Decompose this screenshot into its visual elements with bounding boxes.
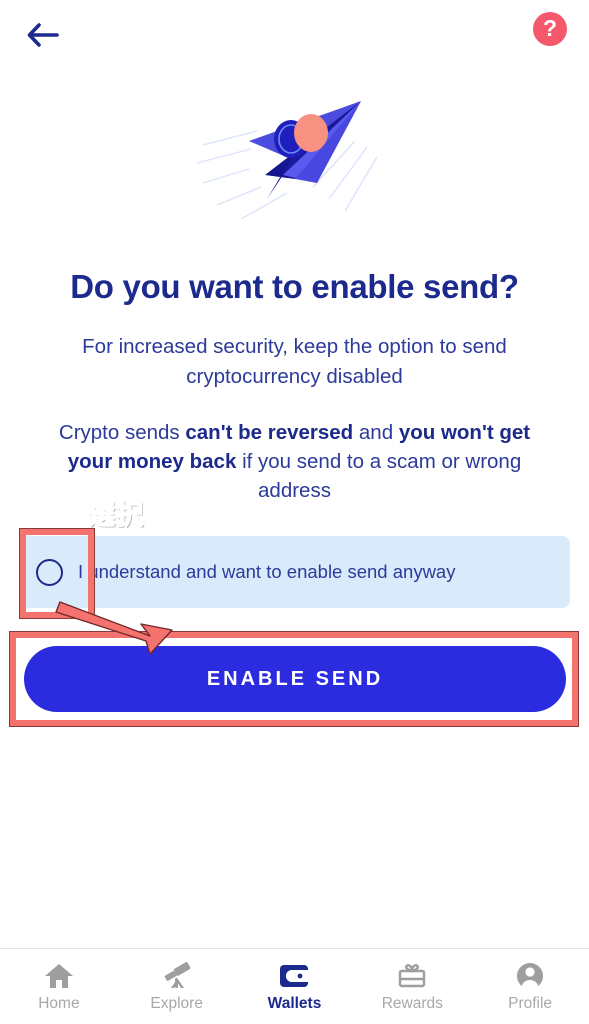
consent-checkbox-row[interactable]: I understand and want to enable send any… (20, 536, 570, 608)
warning-part-2: and (353, 421, 399, 444)
hero-illustration (0, 80, 589, 225)
person-icon (515, 961, 545, 991)
warning-part-3: if you send to a scam or wrong address (236, 450, 522, 502)
back-button[interactable] (20, 12, 66, 58)
nav-item-profile[interactable]: Profile (471, 961, 589, 1013)
page-title: Do you want to enable send? (70, 268, 519, 305)
nav-label-profile: Profile (508, 994, 553, 1012)
nav-item-wallets[interactable]: Wallets (236, 961, 354, 1013)
nav-item-rewards[interactable]: Rewards (353, 961, 471, 1013)
help-button[interactable]: ? (533, 12, 567, 46)
consent-label: I understand and want to enable send any… (78, 561, 456, 582)
nav-label-rewards: Rewards (381, 994, 443, 1012)
gift-icon (397, 961, 427, 991)
paper-plane-with-coin-icon (196, 100, 378, 220)
nav-label-explore: Explore (150, 994, 203, 1012)
telescope-icon (162, 961, 192, 991)
top-bar: ? (0, 0, 589, 70)
nav-label-home: Home (38, 994, 80, 1012)
help-question-icon: ? (542, 14, 558, 41)
consent-radio[interactable] (20, 558, 78, 586)
nav-item-home[interactable]: Home (0, 961, 118, 1013)
nav-item-explore[interactable]: Explore (118, 961, 236, 1013)
page-subtitle: For increased security, keep the option … (82, 335, 507, 388)
warning-bold-1: can't be reversed (185, 421, 354, 444)
warning-part-1: Crypto sends (58, 421, 186, 444)
radio-unchecked-icon (35, 558, 63, 586)
warning-paragraph: Crypto sends can't be reversed and you w… (36, 418, 553, 505)
bottom-navigation: Home Explore Wallets Rewards Profile (0, 948, 589, 1024)
back-arrow-icon (27, 23, 59, 47)
send-enable-screen: ? Do you want to enable send? For increa… (0, 0, 589, 1024)
enable-send-button[interactable]: ENABLE SEND (24, 646, 566, 712)
nav-label-wallets: Wallets (267, 994, 322, 1012)
home-icon (44, 961, 74, 991)
wallet-icon (279, 961, 309, 991)
